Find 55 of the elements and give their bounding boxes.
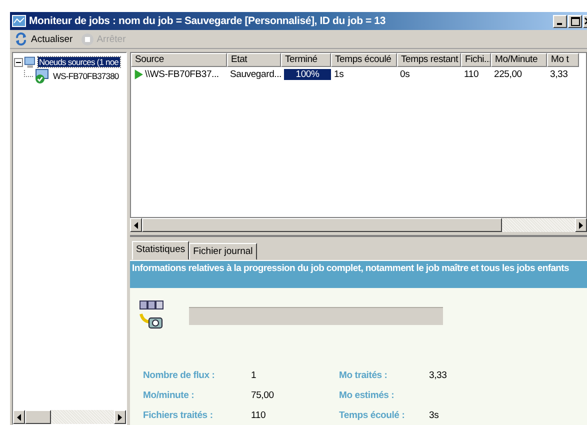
scroll-left-button[interactable] xyxy=(130,218,142,232)
scrollbar-thumb[interactable] xyxy=(25,410,51,424)
stop-icon xyxy=(80,32,94,46)
table-cell: 225,00 xyxy=(494,68,522,80)
scrollbar-thumb[interactable] xyxy=(142,218,502,232)
table-cell: \\WS-FB70FB37... xyxy=(145,68,219,80)
stat-value: 3s xyxy=(429,410,440,421)
monitor-icon xyxy=(12,15,26,27)
stat-label: Nombre de flux : xyxy=(143,370,216,381)
maximize-button[interactable] xyxy=(568,14,582,28)
stat-label: Mo traités : xyxy=(339,370,388,381)
column-header[interactable]: Mo t xyxy=(547,53,579,67)
scrollbar[interactable] xyxy=(130,218,587,232)
table-cell: 110 xyxy=(464,68,479,80)
stat-label: Mo/minute : xyxy=(143,390,196,401)
scroll-right-button[interactable] xyxy=(575,218,587,232)
scroll-left-button[interactable] xyxy=(13,410,25,424)
tab[interactable]: Fichier journal xyxy=(189,243,257,260)
maximize-icon xyxy=(570,16,580,26)
right-arrow-icon xyxy=(579,222,583,228)
window-title: Moniteur de jobs : nom du job = Sauvegarde [Personnalisé], ID du job = 13 xyxy=(29,15,386,27)
play-icon xyxy=(134,68,143,80)
column-header[interactable]: Terminé xyxy=(281,53,331,67)
refresh-icon xyxy=(14,32,28,46)
column-header[interactable]: Temps restant xyxy=(397,53,461,67)
table-cell: 1s xyxy=(334,68,344,80)
column-header[interactable]: Source xyxy=(131,53,227,67)
tree-item[interactable]: WS-FB70FB37380 xyxy=(52,71,120,81)
stat-label: Mo estimés : xyxy=(339,390,396,401)
table-cell-text: 100% xyxy=(294,68,320,80)
tab[interactable]: Statistiques xyxy=(132,241,190,260)
left-arrow-icon xyxy=(17,414,21,420)
table-cell: 3,33 xyxy=(550,68,568,80)
column-header[interactable]: Mo/Minute xyxy=(491,53,547,67)
stat-value: 1 xyxy=(251,370,258,381)
computer-icon xyxy=(24,56,37,68)
right-arrow-icon xyxy=(118,414,122,420)
tree-item[interactable]: Noeuds sources (1 noe xyxy=(38,57,120,67)
stat-label: Fichiers traités : xyxy=(143,410,214,421)
computer-check-icon xyxy=(34,68,51,84)
left-arrow-icon xyxy=(134,222,138,228)
scroll-right-button[interactable] xyxy=(114,410,126,424)
stat-value: 3,33 xyxy=(429,370,448,381)
stat-value: 75,00 xyxy=(251,390,275,401)
collapse-toggle[interactable] xyxy=(14,58,23,66)
info-banner: Informations relatives à la progression du job complet, notamment le job maître et tous les jobs enfants xyxy=(130,261,587,288)
scrollbar[interactable] xyxy=(13,410,126,424)
refresh-button[interactable]: Actualiser xyxy=(12,32,75,46)
minimize-button[interactable] xyxy=(553,14,567,28)
table-cell: 0s xyxy=(400,68,410,80)
stat-label: Temps écoulé : xyxy=(339,410,406,421)
column-header[interactable]: Temps écoulé xyxy=(331,53,397,67)
stat-value: 110 xyxy=(251,410,267,421)
table-cell: Sauvegard... xyxy=(230,68,281,80)
column-header[interactable]: Etat xyxy=(227,53,281,67)
